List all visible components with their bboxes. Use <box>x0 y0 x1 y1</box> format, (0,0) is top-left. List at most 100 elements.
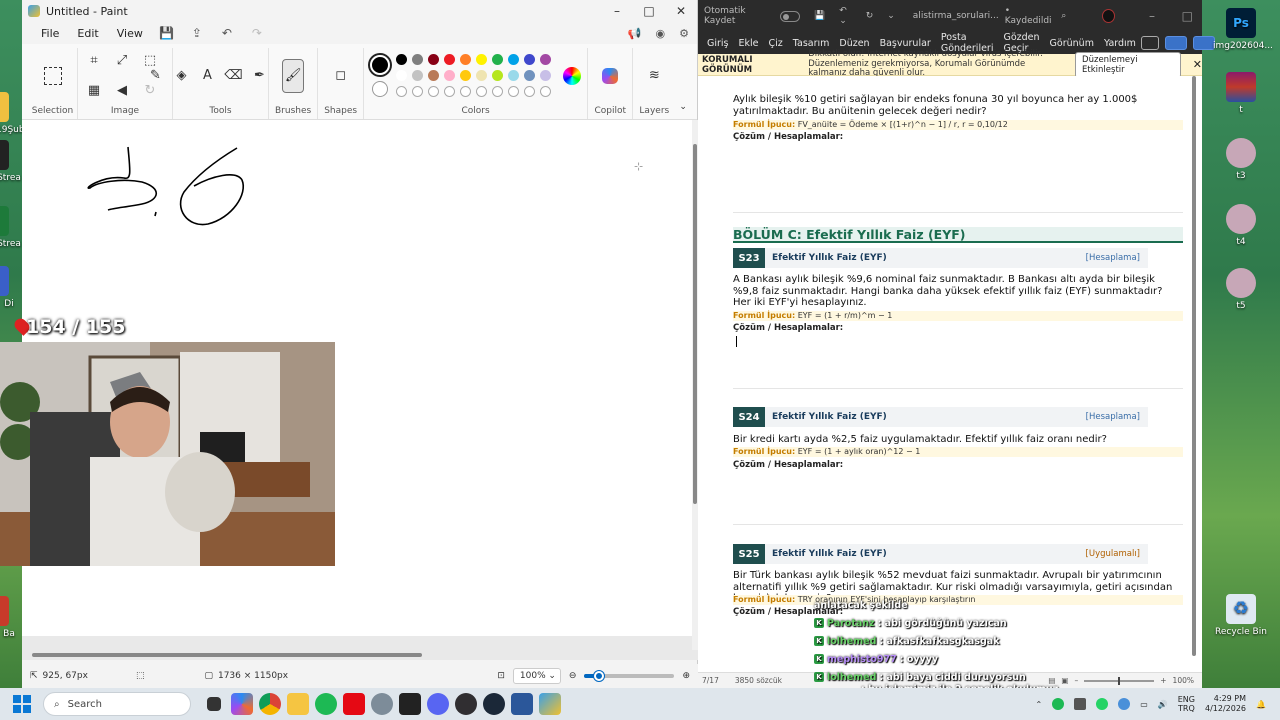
crop-icon[interactable]: ⌗ <box>84 50 104 70</box>
eraser-icon[interactable]: ⌫ <box>224 66 244 86</box>
zoom-out-icon[interactable]: ⊖ <box>569 671 577 681</box>
volume-icon[interactable]: 🔊 <box>1158 700 1168 709</box>
text-icon[interactable]: A <box>198 66 218 86</box>
custom-color-slot[interactable] <box>444 86 456 97</box>
edit-colors-icon[interactable] <box>563 66 582 85</box>
color-swatch[interactable] <box>540 70 552 81</box>
color-swatch[interactable] <box>396 54 408 65</box>
tray-app-icon[interactable] <box>1052 698 1065 710</box>
save-icon[interactable]: 💾 <box>814 11 825 21</box>
desktop-icon[interactable]: t <box>1213 72 1269 115</box>
settings-icon[interactable] <box>371 693 393 715</box>
paint-titlebar[interactable]: Untitled - Paint – □ ✕ <box>22 0 697 22</box>
desktop-icon-partial[interactable]: Di <box>0 266 22 309</box>
close-icon[interactable]: ✕ <box>1193 58 1202 71</box>
chevron-up-icon[interactable]: ⌃ <box>1036 700 1043 709</box>
fit-icon[interactable]: ⊡ <box>497 671 505 681</box>
more-icon[interactable]: ⌄ <box>887 11 895 21</box>
zoom-slider[interactable] <box>584 671 675 681</box>
taskbar-search[interactable]: ⌕ Search <box>43 692 191 716</box>
custom-color-slot[interactable] <box>412 86 424 97</box>
zoom-in-icon[interactable]: ⊕ <box>682 671 690 681</box>
desktop-icon[interactable]: t5 <box>1213 268 1269 311</box>
maximize-icon[interactable]: □ <box>633 4 665 18</box>
task-view-icon[interactable] <box>207 697 221 711</box>
custom-color-slot[interactable] <box>396 86 408 97</box>
custom-color-slot[interactable] <box>476 86 488 97</box>
clock[interactable]: 4:29 PM 4/12/2026 <box>1205 694 1246 714</box>
chrome-icon[interactable] <box>259 693 281 715</box>
brush-icon[interactable]: 🖌 <box>282 58 305 93</box>
color-swatch[interactable] <box>412 54 424 65</box>
tab-giris[interactable]: Giriş <box>702 38 734 49</box>
tab-yardim[interactable]: Yardım <box>1099 38 1141 49</box>
word-titlebar[interactable]: Otomatik Kaydet 💾 ↶ ⌄ ↻ ⌄ alistirma_soru… <box>698 0 1202 32</box>
share-icon[interactable]: ⇪ <box>182 26 212 40</box>
tab-basvurular[interactable]: Başvurular <box>875 38 936 49</box>
custom-color-slot[interactable] <box>492 86 504 97</box>
zoom-select[interactable]: 100% ⌄ <box>512 668 561 684</box>
color-swatch[interactable] <box>444 70 456 81</box>
network-icon[interactable]: ▭ <box>1140 700 1148 709</box>
document-scrollbar[interactable] <box>1192 76 1196 672</box>
color-swatch[interactable] <box>476 70 488 81</box>
color-swatch[interactable] <box>524 70 536 81</box>
color-swatch[interactable] <box>476 54 488 65</box>
page-indicator[interactable]: 7/17 <box>702 676 719 685</box>
word-count[interactable]: 3850 sözcük <box>735 676 782 685</box>
redo-icon[interactable]: ↷ <box>242 26 272 40</box>
maximize-icon[interactable]: □ <box>1173 9 1202 23</box>
select-rectangle-icon[interactable] <box>43 66 62 85</box>
color-swatch[interactable] <box>428 70 440 81</box>
account-icon[interactable]: ◉ <box>656 27 666 40</box>
desktop-icon-partial[interactable]: Ba <box>0 596 22 639</box>
document-name[interactable]: alistirma_sorulari... <box>913 11 999 21</box>
custom-color-slot[interactable] <box>460 86 472 97</box>
settings-icon[interactable]: ⚙ <box>679 27 689 40</box>
color-swatch[interactable] <box>396 70 408 81</box>
color-swatch[interactable] <box>460 70 472 81</box>
custom-color-slot[interactable] <box>524 86 536 97</box>
avatar[interactable] <box>1102 9 1116 23</box>
tray-app-icon[interactable] <box>1096 698 1109 710</box>
spotify-icon[interactable] <box>315 693 337 715</box>
color-swatch[interactable] <box>412 70 424 81</box>
tab-ciz[interactable]: Çiz <box>764 38 788 49</box>
notification-icon[interactable]: 🔔 <box>1256 700 1266 709</box>
menu-edit[interactable]: Edit <box>68 27 107 40</box>
custom-color-slot[interactable] <box>428 86 440 97</box>
desktop-icon[interactable]: ♻ Recycle Bin <box>1213 594 1269 637</box>
chevron-down-icon[interactable]: ⌄ <box>675 97 691 117</box>
custom-color-slot[interactable] <box>540 86 552 97</box>
shapes-icon[interactable]: ◻ <box>331 66 351 86</box>
secondary-color[interactable] <box>372 80 389 97</box>
color-swatch[interactable] <box>508 70 520 81</box>
copilot-icon[interactable] <box>602 67 619 84</box>
flip-icon[interactable]: ◀ <box>112 81 132 101</box>
color-swatch[interactable] <box>460 54 472 65</box>
tab-ekle[interactable]: Ekle <box>734 38 764 49</box>
minimize-icon[interactable]: – <box>601 4 633 18</box>
desktop-icon[interactable]: t3 <box>1213 138 1269 181</box>
word-icon[interactable] <box>511 693 533 715</box>
undo-icon[interactable]: ↶ <box>212 26 242 40</box>
primary-color[interactable] <box>370 54 391 75</box>
color-swatch[interactable] <box>492 54 504 65</box>
zoom-value[interactable]: 100% <box>1173 676 1194 685</box>
custom-color-slot[interactable] <box>508 86 520 97</box>
comments-icon[interactable] <box>1140 36 1159 50</box>
undo-icon[interactable]: ↶ ⌄ <box>839 6 855 26</box>
document-page[interactable]: Aylık bileşik %10 getiri sağlayan bir en… <box>698 76 1202 672</box>
horizontal-scrollbar[interactable] <box>32 652 692 658</box>
editing-mode-icon[interactable] <box>1164 36 1187 50</box>
save-icon[interactable]: 💾 <box>152 26 182 40</box>
tab-gorunum[interactable]: Görünüm <box>1045 38 1099 49</box>
terminal-icon[interactable] <box>399 693 421 715</box>
color-picker-icon[interactable]: ✒ <box>250 66 270 86</box>
tray-app-icon[interactable] <box>1118 698 1131 710</box>
layers-icon[interactable]: ≋ <box>644 66 664 86</box>
paint-icon[interactable] <box>539 693 561 715</box>
menu-view[interactable]: View <box>108 27 152 40</box>
minimize-icon[interactable]: – <box>1137 9 1166 23</box>
steam-icon[interactable] <box>483 693 505 715</box>
